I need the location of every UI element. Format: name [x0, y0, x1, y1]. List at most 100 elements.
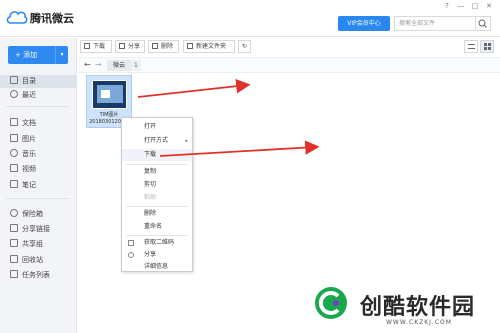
menu-item-paste: 粘贴 — [144, 194, 157, 201]
watermark-title: 创酷软件园 — [360, 295, 476, 320]
minimize-icon[interactable]: — — [456, 2, 466, 10]
sidebar-item-label: 音乐 — [22, 150, 36, 158]
sidebar-item-directory[interactable]: 目录 — [0, 75, 77, 88]
menu-item-rename[interactable]: 重命名 — [122, 221, 192, 233]
app-title: 腾讯微云 — [30, 12, 74, 25]
sidebar-item-notes[interactable]: 笔记 — [0, 179, 77, 192]
share-icon — [119, 43, 125, 49]
toolbar: 下载 分享 删除 新建文件夹 ↻ — [78, 38, 500, 56]
folder-icon — [187, 43, 193, 49]
search-button[interactable] — [476, 16, 491, 31]
refresh-icon: ↻ — [241, 43, 248, 50]
sidebar-item-label: 任务列表 — [22, 271, 50, 279]
menu-separator — [126, 164, 188, 165]
sidebar-item-label: 视频 — [22, 165, 36, 173]
sidebar-item-images[interactable]: 图片 — [0, 133, 77, 146]
trash-icon — [152, 43, 158, 49]
watermark-url: WWW.CKZKJ.COM — [386, 319, 452, 326]
document-icon — [10, 118, 18, 126]
group-icon — [10, 239, 18, 247]
menu-item-open[interactable]: 打开 — [122, 121, 192, 133]
image-icon — [10, 134, 18, 142]
folder-icon — [10, 76, 18, 84]
delete-label: 删除 — [161, 43, 174, 50]
grid-icon — [484, 43, 491, 50]
sidebar-item-label: 图片 — [22, 135, 36, 143]
forward-arrow-icon[interactable]: → — [95, 60, 102, 69]
title-bar: 腾讯微云 ? — □ ✕ VIP会员中心 搜索全部文件 — [0, 0, 500, 37]
sidebar-item-label: 笔记 — [22, 181, 36, 189]
cloud-logo-icon — [6, 11, 28, 24]
share-button[interactable]: 分享 — [115, 40, 145, 53]
new-folder-button[interactable]: 新建文件夹 — [183, 40, 235, 53]
music-icon — [10, 149, 18, 157]
sidebar-item-label: 分享链接 — [22, 225, 50, 233]
sidebar-item-share-links[interactable]: 分享链接 — [0, 223, 77, 236]
sidebar-item-task-list[interactable]: 任务列表 — [0, 269, 77, 282]
divider — [6, 198, 70, 199]
menu-separator — [126, 235, 188, 236]
submenu-arrow-icon: ▸ — [185, 138, 188, 144]
menu-item-open-with[interactable]: 打开方式 ▸ — [122, 135, 192, 147]
close-icon[interactable]: ✕ — [484, 2, 494, 10]
download-label: 下载 — [93, 43, 106, 50]
menu-item-cut[interactable]: 剪切 — [122, 179, 192, 191]
maximize-icon[interactable]: □ — [470, 2, 480, 10]
grid-view-button[interactable] — [480, 40, 494, 53]
menu-item-label: 获取二维码 — [144, 239, 175, 246]
image-thumbnail — [92, 80, 127, 109]
add-button-label: + 添加 — [15, 51, 38, 59]
menu-item-label: 打开方式 — [144, 137, 169, 144]
vip-center-button[interactable]: VIP会员中心 — [338, 16, 390, 31]
window-controls: ? — □ ✕ — [442, 2, 494, 10]
sidebar-item-documents[interactable]: 文档 — [0, 117, 77, 130]
refresh-button[interactable]: ↻ — [238, 40, 251, 53]
breadcrumb: ← → 微云 1 — [78, 57, 500, 73]
share-label: 分享 — [128, 43, 141, 50]
menu-item-delete[interactable]: 删除 — [122, 208, 192, 220]
sidebar: + 添加 ▾ 目录 最近 文档 图片 音乐 视频 笔记 保险箱 分享链接 共享组… — [0, 38, 77, 333]
help-icon[interactable]: ? — [442, 2, 452, 10]
share-icon — [128, 252, 134, 258]
item-count-badge: 1 — [131, 60, 141, 71]
menu-item-copy[interactable]: 复制 — [122, 166, 192, 178]
add-button[interactable]: + 添加 ▾ — [8, 46, 68, 64]
menu-item-download[interactable]: 下载 — [122, 149, 192, 161]
menu-item-share[interactable]: 分享 — [122, 249, 192, 261]
watermark-logo-icon — [315, 287, 347, 319]
chevron-down-icon[interactable]: ▾ — [55, 46, 68, 64]
download-button[interactable]: 下载 — [80, 40, 112, 53]
clock-icon — [10, 90, 18, 98]
note-icon — [10, 180, 18, 188]
new-folder-label: 新建文件夹 — [196, 43, 227, 50]
qr-icon — [128, 240, 134, 246]
breadcrumb-item-weiyun[interactable]: 微云 — [107, 60, 132, 71]
safe-icon — [10, 209, 18, 217]
sidebar-item-label: 保险箱 — [22, 210, 43, 218]
sidebar-item-label: 文档 — [22, 119, 36, 127]
sidebar-item-trash[interactable]: 回收站 — [0, 254, 77, 267]
sidebar-item-recent[interactable]: 最近 — [0, 89, 77, 102]
divider — [6, 106, 70, 107]
search-input[interactable]: 搜索全部文件 — [394, 16, 476, 31]
sidebar-item-label: 回收站 — [22, 256, 43, 264]
menu-item-label: 分享 — [144, 251, 157, 258]
sidebar-item-videos[interactable]: 视频 — [0, 163, 77, 176]
menu-separator — [126, 206, 188, 207]
share-link-icon — [10, 224, 18, 232]
context-menu: 打开 打开方式 ▸ 下载 复制 剪切 粘贴 删除 重命名 获取二维码 分享 详细信… — [121, 117, 193, 272]
menu-item-qr-code[interactable]: 获取二维码 — [122, 237, 192, 249]
task-list-icon — [10, 270, 18, 278]
download-icon — [84, 43, 90, 49]
sidebar-item-shared-groups[interactable]: 共享组 — [0, 238, 77, 251]
menu-item-details[interactable]: 详细信息 — [122, 261, 192, 273]
arrow-to-file — [137, 79, 251, 98]
sidebar-item-music[interactable]: 音乐 — [0, 148, 77, 161]
back-arrow-icon[interactable]: ← — [84, 60, 91, 69]
delete-button[interactable]: 删除 — [148, 40, 179, 53]
video-icon — [10, 164, 18, 172]
list-icon — [468, 44, 475, 49]
trash-icon — [10, 255, 18, 263]
sidebar-item-safe[interactable]: 保险箱 — [0, 208, 77, 221]
list-view-button[interactable] — [464, 40, 478, 53]
